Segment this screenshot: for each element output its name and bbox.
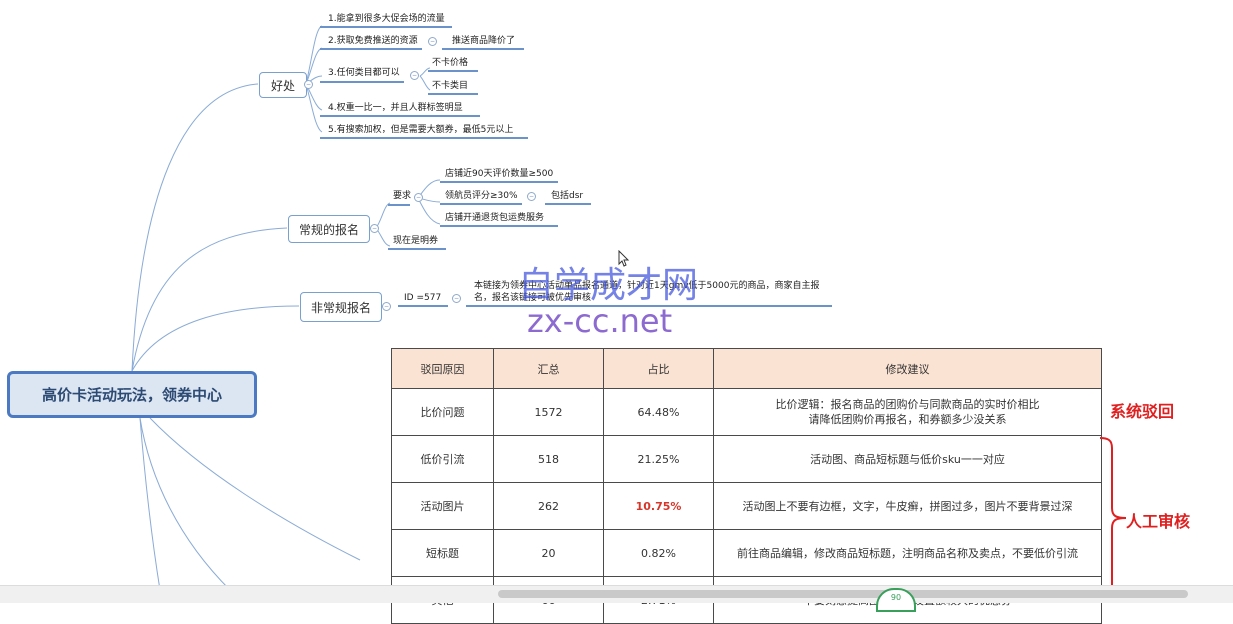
collapse-toggle-icon[interactable]: − — [410, 71, 419, 80]
cell-ratio: 21.25% — [603, 435, 714, 483]
manual-review-label: 人工审核 — [1126, 512, 1191, 531]
table-row: 低价引流 518 21.25% 活动图、商品短标题与低价sku一一对应 — [391, 435, 1102, 483]
connector-root-lower-3 — [149, 417, 361, 561]
cell-advice: 活动图上不要有边框，文字，牛皮癣，拼图过多，图片不要背景过深 — [713, 482, 1102, 530]
watermark-cn: 自学成才网 — [518, 265, 699, 306]
requirement-2: 领航员评分≥30% — [445, 191, 518, 201]
root-topic-label: 高价卡活动玩法，领券中心 — [41, 386, 222, 404]
requirement-3: 店铺开通退货包运费服务 — [445, 213, 545, 223]
regular-requirements-line — [388, 204, 410, 206]
cell-ratio: 64.48% — [603, 388, 714, 436]
cell-reason: 低价引流 — [391, 435, 494, 483]
benefit-item-2-line — [320, 48, 422, 50]
regular-now-line — [388, 248, 446, 250]
benefit-item-3-child-1-line — [428, 70, 478, 72]
requirement-1-line — [440, 181, 558, 183]
topic-irregular-registration[interactable]: 非常规报名 — [300, 292, 382, 322]
benefit-item-2-child-line — [442, 48, 524, 50]
irregular-id-line — [398, 305, 448, 307]
requirement-2-child: 包括dsr — [551, 191, 584, 201]
benefit-item-4-line — [320, 115, 480, 117]
col-header-advice: 修改建议 — [713, 348, 1102, 389]
collapse-toggle-icon[interactable]: − — [527, 192, 536, 201]
watermark-url: zx-cc.net — [527, 302, 673, 340]
requirement-2-child-line — [545, 203, 591, 205]
cell-advice: 活动图、商品短标题与低价sku一一对应 — [713, 435, 1102, 483]
benefit-item-3-child-2: 不卡类目 — [432, 81, 469, 91]
connector-root-lower-2 — [139, 417, 161, 591]
root-topic[interactable]: 高价卡活动玩法，领券中心 — [7, 371, 257, 418]
topic-benefits[interactable]: 好处 — [259, 72, 307, 98]
cell-ratio-highlight: 10.75% — [603, 482, 714, 530]
cell-advice-line-1: 比价逻辑：报名商品的团购价与同款商品的实时价相比 — [775, 398, 1040, 411]
regular-now-label: 现在是明券 — [393, 236, 439, 246]
topic-benefits-label: 好处 — [270, 78, 295, 93]
cell-reason: 比价问题 — [391, 388, 494, 436]
benefit-item-3: 3.任何类目都可以 — [328, 68, 400, 78]
mouse-cursor-icon — [618, 250, 630, 267]
scrollbar-thumb[interactable] — [498, 590, 1188, 598]
connector-root-regular — [131, 227, 288, 372]
cell-total: 1572 — [493, 388, 604, 436]
topic-regular-registration[interactable]: 常规的报名 — [288, 215, 370, 243]
cell-total: 20 — [493, 529, 604, 577]
cell-advice: 比价逻辑：报名商品的团购价与同款商品的实时价相比 请降低团购价再报名，和券额多少… — [713, 388, 1102, 436]
requirement-2-line — [440, 203, 522, 205]
requirement-3-line — [440, 225, 558, 227]
benefit-item-5: 5.有搜索加权，但是需要大额券，最低5元以上 — [328, 125, 514, 135]
benefit-item-2: 2.获取免费推送的资源 — [328, 36, 418, 46]
benefit-item-3-child-2-line — [428, 93, 478, 95]
table-row: 短标题 20 0.82% 前往商品编辑，修改商品短标题，注明商品名称及卖点，不要… — [391, 529, 1102, 577]
cell-advice: 前往商品编辑，修改商品短标题，注明商品名称及卖点，不要低价引流 — [713, 529, 1102, 577]
irregular-id-label: ID =577 — [404, 293, 442, 303]
table-header-row: 驳回原因 汇总 占比 修改建议 — [391, 348, 1102, 389]
col-header-ratio: 占比 — [603, 348, 714, 389]
connector-root-irregular — [131, 305, 300, 372]
benefit-item-4: 4.权重一比一，并且人群标签明显 — [328, 103, 463, 113]
collapse-toggle-icon[interactable]: − — [428, 37, 437, 46]
benefit-item-1-line — [320, 26, 452, 28]
benefit-item-5-line — [320, 137, 528, 139]
cell-ratio: 0.82% — [603, 529, 714, 577]
benefit-item-3-child-1: 不卡价格 — [432, 58, 469, 68]
collapse-toggle-icon[interactable]: − — [382, 302, 391, 311]
connector-root-lower-1 — [139, 417, 231, 591]
benefit-item-3-line — [320, 81, 404, 83]
cell-reason: 短标题 — [391, 529, 494, 577]
collapse-toggle-icon[interactable]: − — [414, 193, 423, 202]
collapse-toggle-icon[interactable]: − — [304, 80, 313, 89]
table-row: 比价问题 1572 64.48% 比价逻辑：报名商品的团购价与同款商品的实时价相… — [391, 388, 1102, 436]
col-header-reason: 驳回原因 — [391, 348, 494, 389]
cell-reason: 活动图片 — [391, 482, 494, 530]
zoom-badge[interactable]: 90 — [876, 588, 916, 612]
topic-regular-label: 常规的报名 — [298, 222, 359, 237]
cell-advice-line-2: 请降低团购价再报名，和券额多少没关系 — [808, 413, 1007, 426]
benefit-item-1: 1.能拿到很多大促会场的流量 — [328, 14, 445, 24]
cell-total: 262 — [493, 482, 604, 530]
benefit-item-2-child: 推送商品降价了 — [452, 36, 516, 46]
table-row: 活动图片 262 10.75% 活动图上不要有边框，文字，牛皮癣，拼图过多，图片… — [391, 482, 1102, 530]
col-header-total: 汇总 — [493, 348, 604, 389]
collapse-toggle-icon[interactable]: − — [370, 224, 379, 233]
connector-root-benefits — [131, 83, 259, 372]
regular-requirements-label: 要求 — [393, 191, 412, 201]
collapse-toggle-icon[interactable]: − — [452, 294, 461, 303]
system-rejection-label: 系统驳回 — [1110, 402, 1175, 421]
topic-irregular-label: 非常规报名 — [310, 300, 371, 315]
rejection-reasons-table: 驳回原因 汇总 占比 修改建议 比价问题 1572 64.48% 比价逻辑：报名… — [391, 348, 1102, 624]
cell-total: 518 — [493, 435, 604, 483]
requirement-1: 店铺近90天评价数量≥500 — [445, 169, 554, 179]
